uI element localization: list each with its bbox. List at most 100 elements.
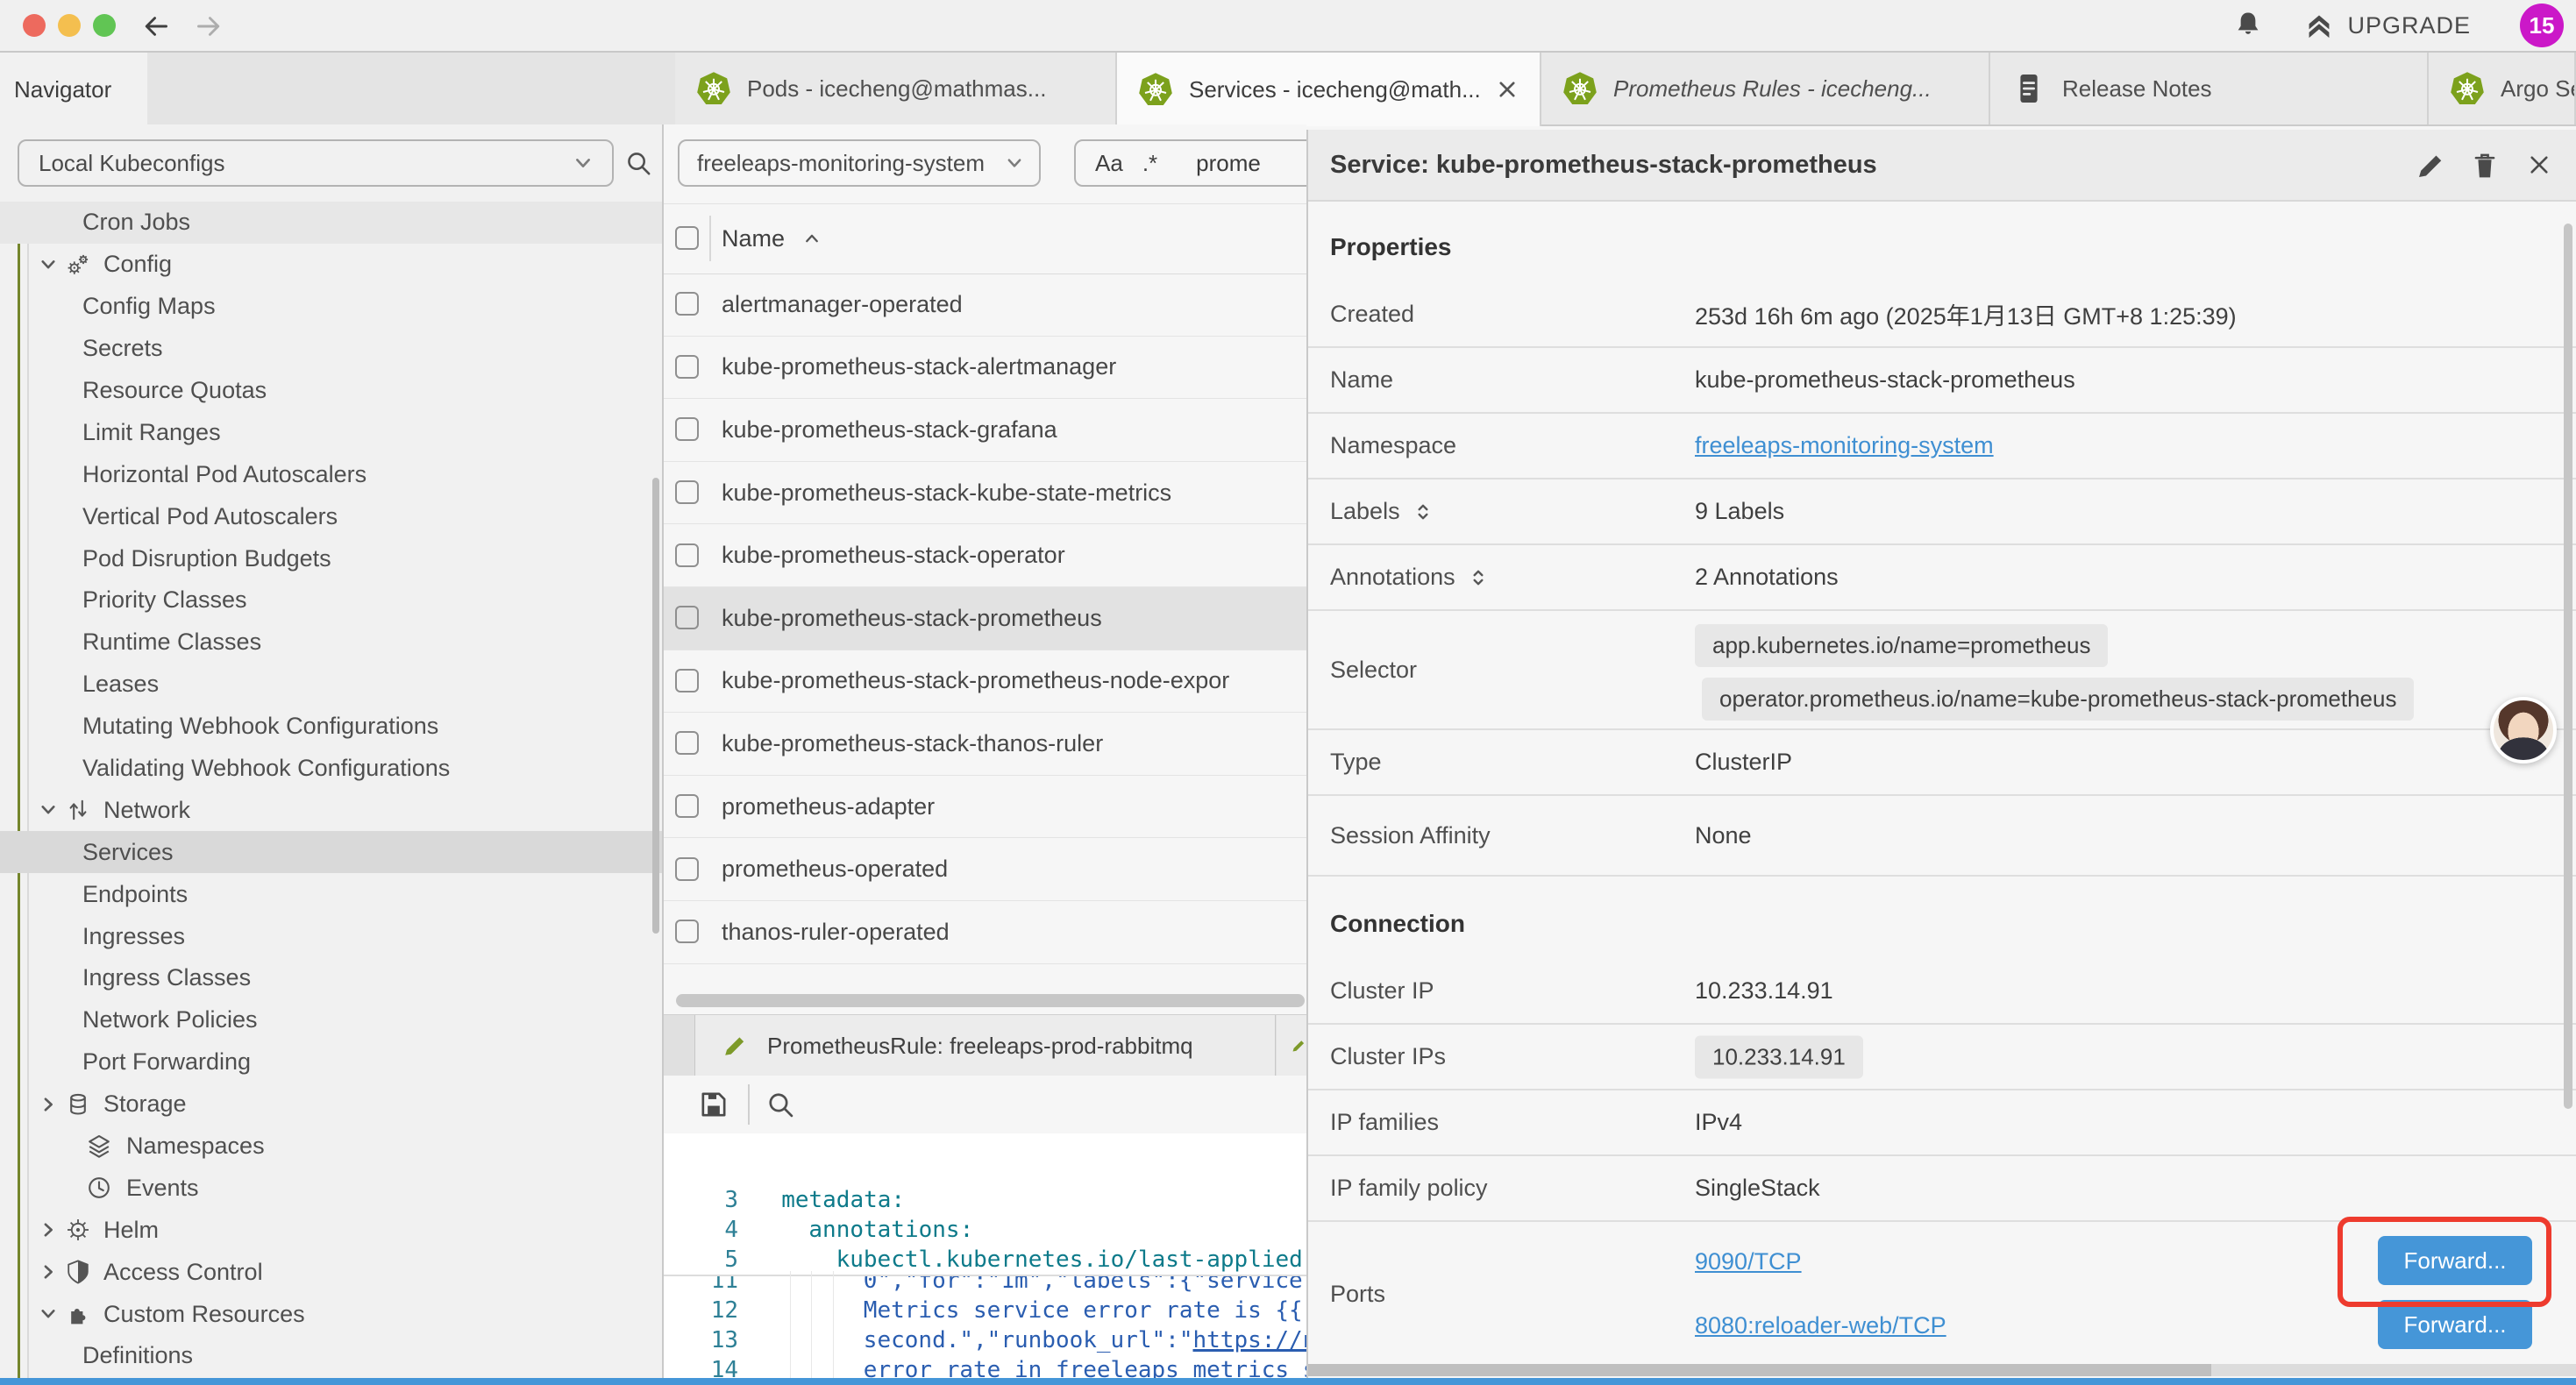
regex-toggle[interactable]: .* xyxy=(1142,150,1157,177)
sidebar-item-limit-ranges[interactable]: Limit Ranges xyxy=(0,411,662,453)
upgrade-label[interactable]: UPGRADE xyxy=(2347,12,2471,39)
sidebar-item-port-forwarding[interactable]: Port Forwarding xyxy=(0,1041,662,1083)
chevron-down-icon[interactable] xyxy=(37,253,60,276)
sidebar-item-priority-classes[interactable]: Priority Classes xyxy=(0,579,662,621)
tab-navigator[interactable]: Navigator xyxy=(0,53,147,126)
sidebar-item-access-control[interactable]: Access Control xyxy=(0,1251,662,1293)
service-row-prometheus-adapter[interactable]: prometheus-adapter xyxy=(664,776,1306,839)
chevron-down-icon[interactable] xyxy=(37,1303,60,1325)
back-arrow-icon[interactable] xyxy=(140,11,172,42)
service-row-thanos-ruler-operated[interactable]: thanos-ruler-operated xyxy=(664,901,1306,964)
forward-button[interactable]: Forward... xyxy=(2378,1236,2532,1285)
sidebar-item-config[interactable]: Config xyxy=(0,244,662,286)
sidebar-item-network-policies[interactable]: Network Policies xyxy=(0,999,662,1041)
minimize-window-button[interactable] xyxy=(58,14,81,37)
select-all-checkbox[interactable] xyxy=(675,226,699,250)
sidebar-item-ingresses[interactable]: Ingresses xyxy=(0,915,662,957)
service-row-kube-prometheus-stack-thanos-ruler[interactable]: kube-prometheus-stack-thanos-ruler xyxy=(664,713,1306,776)
name-column-header[interactable]: Name xyxy=(722,203,823,273)
row-checkbox[interactable] xyxy=(675,606,699,629)
sidebar-item-pod-disruption-budgets[interactable]: Pod Disruption Budgets xyxy=(0,537,662,579)
row-checkbox[interactable] xyxy=(675,731,699,755)
chevron-right-icon[interactable] xyxy=(37,1093,60,1116)
service-row-kube-prometheus-stack-grafana[interactable]: kube-prometheus-stack-grafana xyxy=(664,399,1306,462)
row-checkbox[interactable] xyxy=(675,857,699,881)
editor-tab-prometheusrule[interactable]: PrometheusRule: freeleaps-prod-rabbitmq xyxy=(694,1015,1276,1076)
sidebar-item-network[interactable]: Network xyxy=(0,789,662,831)
kubeconfig-select[interactable]: Local Kubeconfigs xyxy=(18,139,614,187)
chevron-down-icon[interactable] xyxy=(37,799,60,821)
sidebar-item-endpoints[interactable]: Endpoints xyxy=(0,873,662,915)
row-checkbox[interactable] xyxy=(675,669,699,692)
tab-release-notes[interactable]: Release Notes xyxy=(1990,53,2429,124)
row-checkbox[interactable] xyxy=(675,920,699,943)
sidebar-item-vertical-pod-autoscalers[interactable]: Vertical Pod Autoscalers xyxy=(0,495,662,537)
assistant-avatar[interactable] xyxy=(2490,697,2557,764)
table-horizontal-scrollbar[interactable] xyxy=(676,994,1305,1007)
search-icon[interactable] xyxy=(624,149,652,177)
row-checkbox[interactable] xyxy=(675,355,699,379)
close-tab-icon[interactable] xyxy=(1494,76,1520,103)
service-row-alertmanager-operated[interactable]: alertmanager-operated xyxy=(664,273,1306,337)
row-checkbox[interactable] xyxy=(675,480,699,504)
sidebar-item-custom-resources[interactable]: Custom Resources xyxy=(0,1293,662,1335)
upgrade-icon[interactable] xyxy=(2300,6,2338,45)
port-link[interactable]: 9090/TCP xyxy=(1695,1248,1802,1275)
sidebar-item-events[interactable]: Events xyxy=(0,1167,662,1209)
maximize-window-button[interactable] xyxy=(93,14,116,37)
row-checkbox[interactable] xyxy=(675,794,699,818)
search-input[interactable]: Aa .* prome xyxy=(1074,139,1306,187)
tab-prometheus-rules-icecheng[interactable]: Prometheus Rules - icecheng... xyxy=(1541,53,1990,124)
forward-arrow-icon[interactable] xyxy=(193,11,224,42)
service-row-kube-prometheus-stack-alertmanager[interactable]: kube-prometheus-stack-alertmanager xyxy=(664,337,1306,400)
service-row-kube-prometheus-stack-prometheus[interactable]: kube-prometheus-stack-prometheus xyxy=(664,587,1306,650)
sidebar-item-horizontal-pod-autoscalers[interactable]: Horizontal Pod Autoscalers xyxy=(0,453,662,495)
service-row-kube-prometheus-stack-prometheus-node-ex[interactable]: kube-prometheus-stack-prometheus-node-ex… xyxy=(664,650,1306,714)
chevron-right-icon[interactable] xyxy=(37,1261,60,1283)
search-icon[interactable] xyxy=(765,1090,795,1119)
tab-argo-se[interactable]: Argo Se xyxy=(2429,53,2576,124)
notifications-bell-icon[interactable] xyxy=(2231,9,2265,42)
save-icon[interactable] xyxy=(697,1088,730,1121)
service-row-prometheus-operated[interactable]: prometheus-operated xyxy=(664,838,1306,901)
service-row-kube-prometheus-stack-operator[interactable]: kube-prometheus-stack-operator xyxy=(664,524,1306,587)
sort-ascending-icon[interactable] xyxy=(801,227,823,250)
close-icon[interactable] xyxy=(2525,151,2553,179)
sidebar-item-resource-quotas[interactable]: Resource Quotas xyxy=(0,370,662,412)
delete-trash-icon[interactable] xyxy=(2469,149,2501,181)
namespace-select[interactable]: freeleaps-monitoring-system xyxy=(678,139,1041,187)
sort-updown-icon[interactable] xyxy=(1413,501,1434,522)
sidebar-item-ingress-classes[interactable]: Ingress Classes xyxy=(0,957,662,999)
edit-pencil-icon[interactable] xyxy=(2415,150,2446,181)
sidebar-item-leases[interactable]: Leases xyxy=(0,664,662,706)
editor-tab-next[interactable] xyxy=(1277,1015,1306,1076)
sidebar-item-mutating-webhook-configurations[interactable]: Mutating Webhook Configurations xyxy=(0,706,662,748)
sidebar-item-secrets[interactable]: Secrets xyxy=(0,328,662,370)
forward-button[interactable]: Forward... xyxy=(2378,1300,2532,1349)
sidebar-item-definitions[interactable]: Definitions xyxy=(0,1335,662,1377)
sidebar-item-storage[interactable]: Storage xyxy=(0,1083,662,1126)
port-link[interactable]: 8080:reloader-web/TCP xyxy=(1695,1312,1946,1339)
detail-vertical-scrollbar[interactable] xyxy=(2564,224,2572,1109)
property-link[interactable]: freeleaps-monitoring-system xyxy=(1695,414,1994,478)
sidebar-item-runtime-classes[interactable]: Runtime Classes xyxy=(0,621,662,664)
sidebar-item-validating-webhook-configurations[interactable]: Validating Webhook Configurations xyxy=(0,748,662,790)
row-checkbox[interactable] xyxy=(675,417,699,441)
sidebar-item-cron-jobs[interactable]: Cron Jobs xyxy=(0,202,662,244)
sidebar-item-helm[interactable]: Helm xyxy=(0,1209,662,1251)
close-window-button[interactable] xyxy=(23,14,46,37)
tab-pods-icecheng-mathmas[interactable]: Pods - icecheng@mathmas... xyxy=(675,53,1117,124)
row-checkbox[interactable] xyxy=(675,543,699,567)
yaml-editor[interactable]: 3metadata:4annotations:5kubectl.kubernet… xyxy=(664,1133,1306,1378)
sidebar-item-namespaces[interactable]: Namespaces xyxy=(0,1126,662,1168)
detail-horizontal-scrollbar[interactable] xyxy=(1308,1364,2576,1376)
sidebar-item-services[interactable]: Services xyxy=(0,831,662,873)
notification-count-badge[interactable]: 15 xyxy=(2520,4,2564,47)
chevron-right-icon[interactable] xyxy=(37,1218,60,1241)
tab-services-icecheng-math[interactable]: Services - icecheng@math... xyxy=(1117,53,1541,126)
sort-updown-icon[interactable] xyxy=(1468,567,1489,588)
sidebar-scrollbar[interactable] xyxy=(652,478,659,934)
sidebar-item-config-maps[interactable]: Config Maps xyxy=(0,286,662,328)
row-checkbox[interactable] xyxy=(675,292,699,316)
service-row-kube-prometheus-stack-kube-state-metrics[interactable]: kube-prometheus-stack-kube-state-metrics xyxy=(664,462,1306,525)
